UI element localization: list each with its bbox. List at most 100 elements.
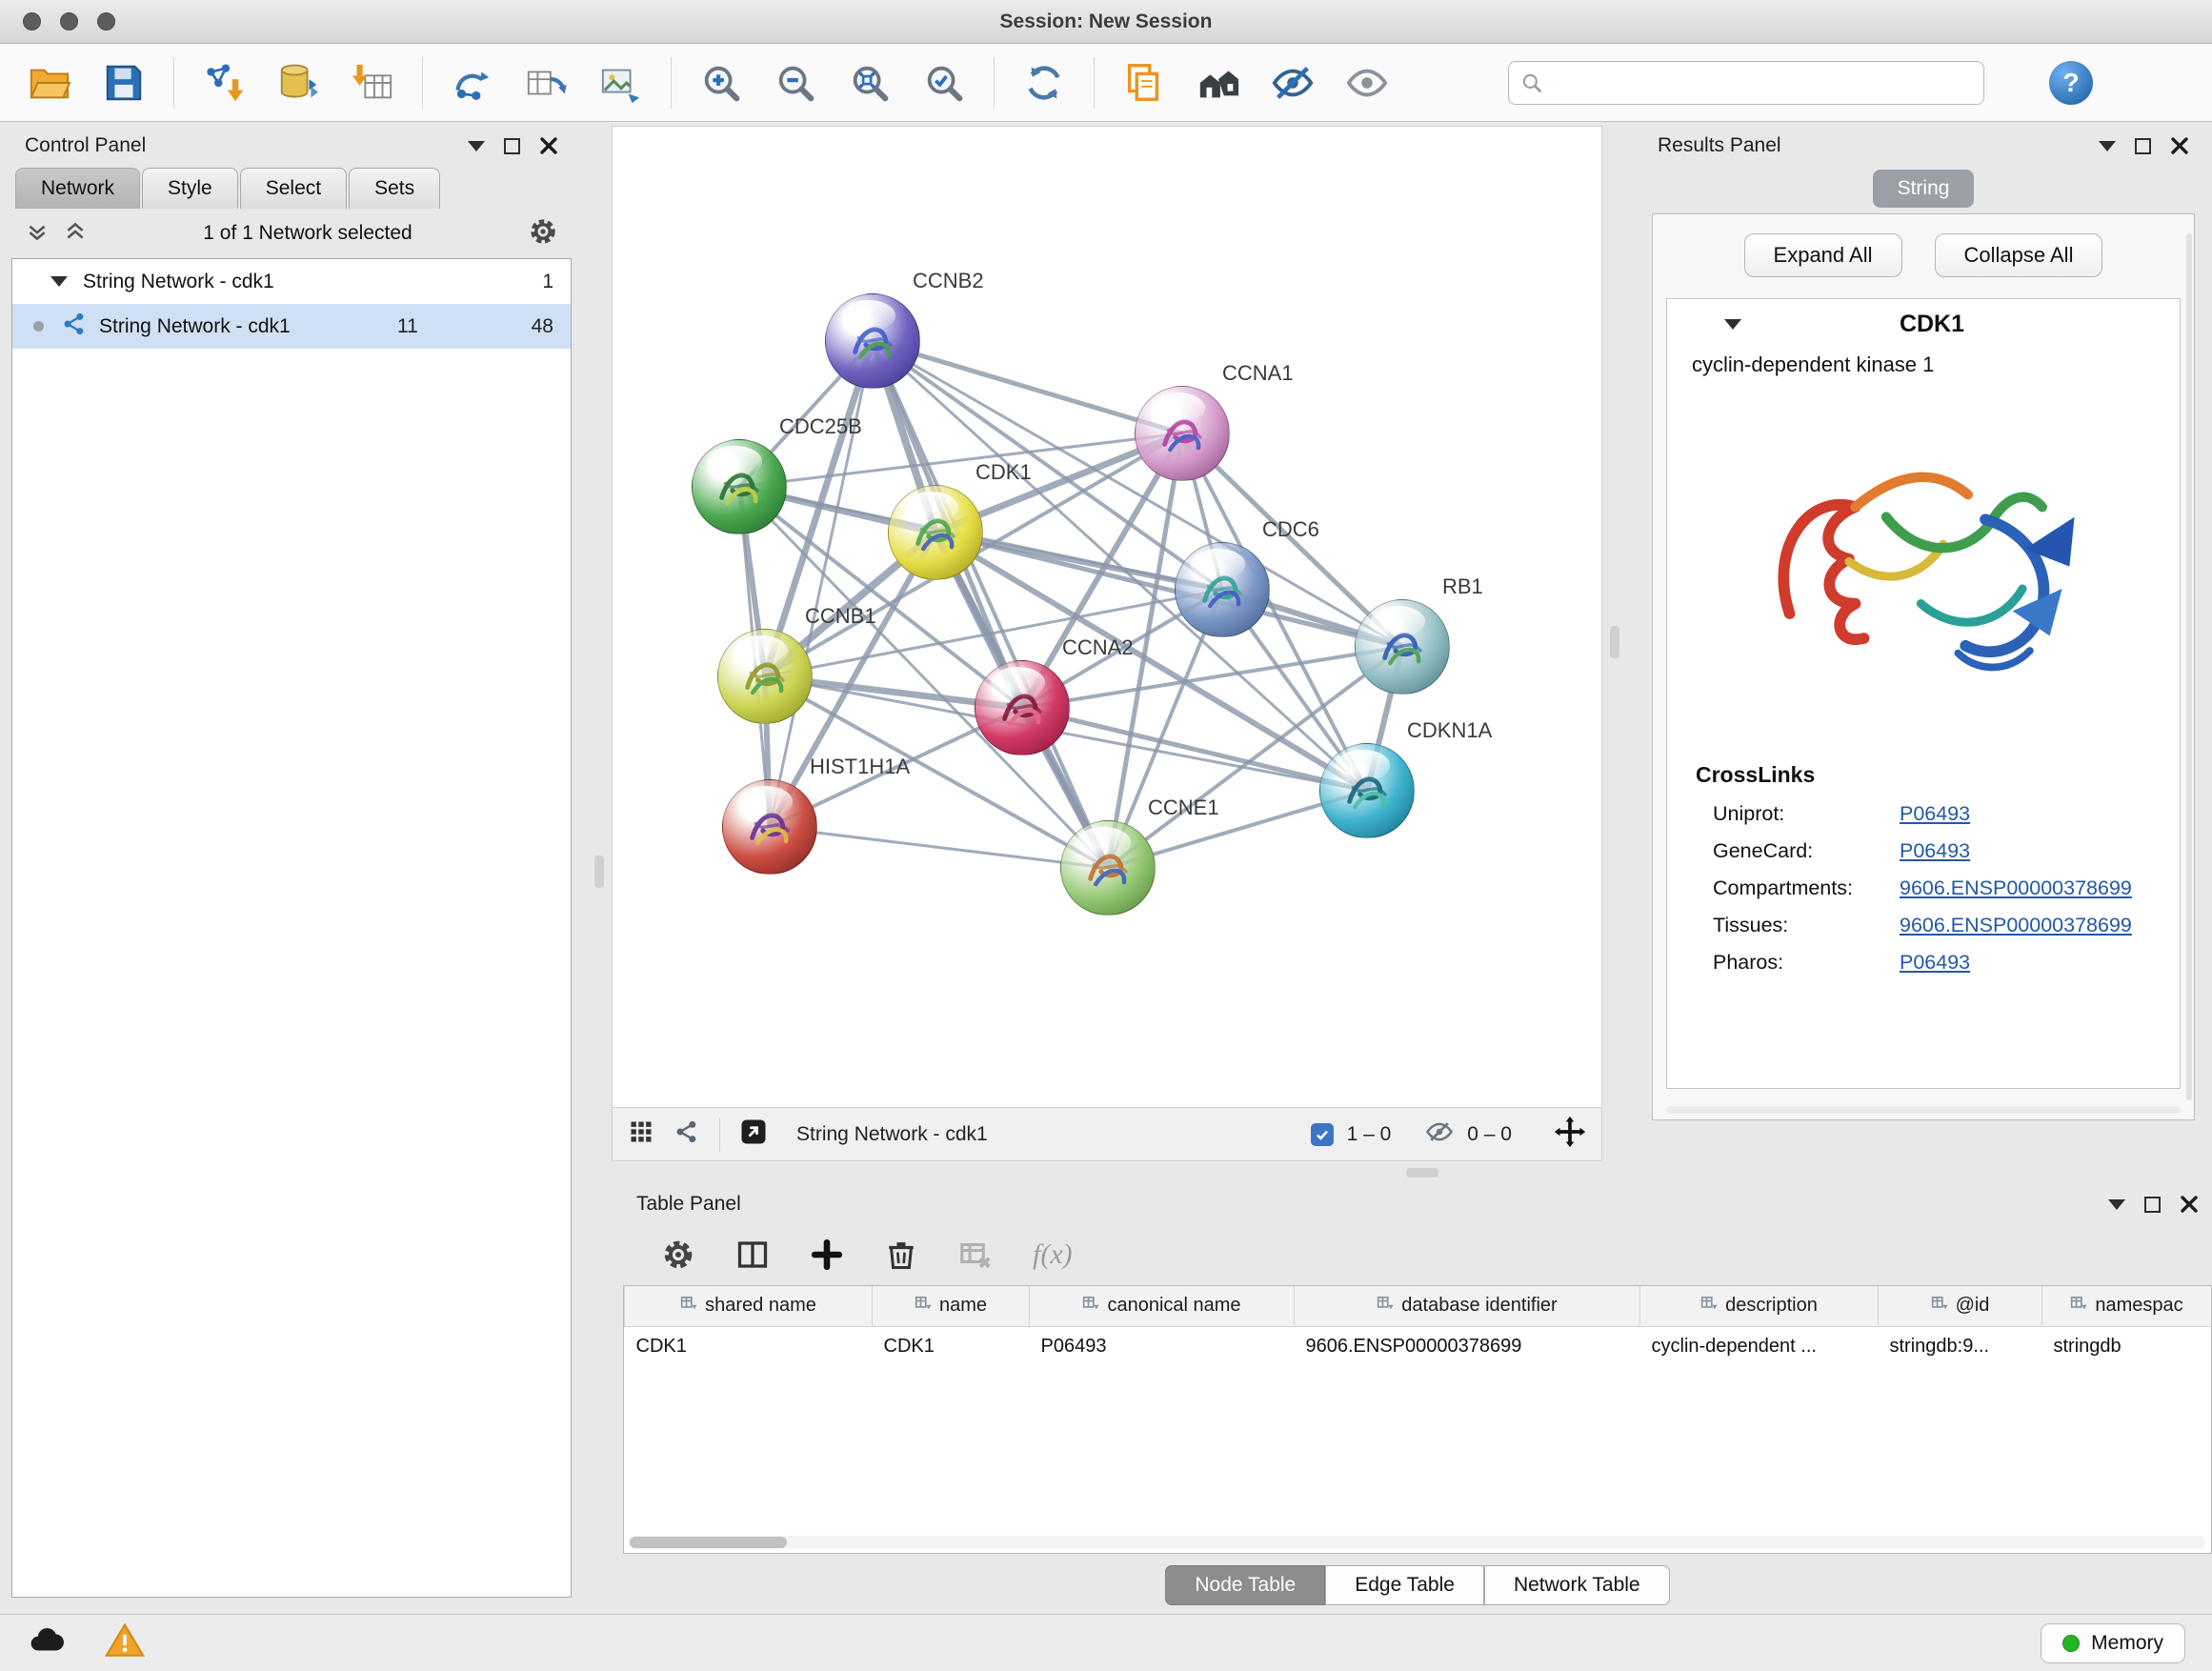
section-collapse-icon[interactable] — [1724, 319, 1741, 330]
tree-caret-icon[interactable] — [50, 276, 68, 287]
network-from-table-icon[interactable] — [522, 58, 572, 108]
results-vscrollbar[interactable] — [2186, 233, 2192, 1100]
import-table-icon[interactable] — [348, 58, 397, 108]
network-node-ccnb1[interactable] — [717, 629, 813, 724]
column-header-canonical-name[interactable]: canonical name — [1030, 1286, 1295, 1326]
column-header--id[interactable]: @id — [1879, 1286, 2042, 1326]
network-node-hist1h1a[interactable] — [722, 779, 817, 875]
tab-string[interactable]: String — [1873, 170, 1975, 208]
panel-maximize-icon[interactable] — [2135, 138, 2151, 154]
column-header-name[interactable]: name — [873, 1286, 1030, 1326]
panel-maximize-icon[interactable] — [504, 138, 520, 154]
table-cell[interactable]: CDK1 — [873, 1326, 1030, 1366]
bottom-splitter-grip[interactable] — [1406, 1168, 1438, 1178]
table-cell[interactable]: stringdb — [2042, 1326, 2212, 1366]
network-node-ccna2[interactable] — [975, 660, 1070, 755]
show-eye-icon[interactable] — [1342, 58, 1392, 108]
panel-float-icon[interactable] — [2108, 1199, 2125, 1210]
network-node-ccnb2[interactable] — [825, 293, 920, 389]
network-node-cdk1[interactable] — [888, 485, 983, 580]
selected-checkbox-icon[interactable] — [1311, 1123, 1334, 1146]
column-header-description[interactable]: description — [1640, 1286, 1879, 1326]
zoom-fit-icon[interactable] — [845, 58, 895, 108]
table-cell[interactable]: stringdb:9... — [1879, 1326, 2042, 1366]
network-share-icon[interactable] — [674, 1118, 700, 1151]
copy-document-icon[interactable] — [1119, 58, 1169, 108]
right-splitter-grip[interactable] — [1610, 626, 1619, 658]
panel-close-icon[interactable] — [539, 136, 558, 155]
birdseye-grid-icon[interactable] — [628, 1118, 654, 1151]
collapse-all-button[interactable]: Collapse All — [1935, 233, 2103, 277]
tab-sets[interactable]: Sets — [349, 168, 440, 209]
open-session-icon[interactable] — [25, 58, 74, 108]
tab-edge-table[interactable]: Edge Table — [1325, 1565, 1484, 1605]
column-header-database-identifier[interactable]: database identifier — [1295, 1286, 1640, 1326]
crosslink-link[interactable]: 9606.ENSP00000378699 — [1900, 876, 2132, 900]
network-node-cdc25b[interactable] — [692, 439, 787, 534]
table-gear-icon[interactable] — [661, 1238, 695, 1272]
zoom-out-icon[interactable] — [771, 58, 820, 108]
panel-close-icon[interactable] — [2180, 1195, 2199, 1214]
table-hscrollbar[interactable] — [628, 1536, 2205, 1549]
table-row[interactable]: CDK1CDK1P064939606.ENSP00000378699cyclin… — [625, 1326, 2212, 1366]
crosslink-link[interactable]: P06493 — [1900, 802, 1970, 826]
network-collection-row[interactable]: String Network - cdk1 1 — [12, 259, 571, 304]
table-hscrollbar-thumb[interactable] — [630, 1537, 787, 1548]
zoom-selected-icon[interactable] — [919, 58, 969, 108]
tab-network[interactable]: Network — [15, 168, 140, 209]
node-table[interactable]: shared namenamecanonical namedatabase id… — [624, 1286, 2212, 1366]
collapse-all-tree-icon[interactable] — [25, 219, 50, 249]
network-node-ccne1[interactable] — [1060, 820, 1156, 916]
expand-all-tree-icon[interactable] — [63, 219, 88, 249]
network-node-cdkn1a[interactable] — [1319, 743, 1415, 838]
help-icon[interactable]: ? — [2049, 61, 2093, 105]
import-network-file-icon[interactable] — [199, 58, 249, 108]
search-input[interactable] — [1508, 61, 1984, 105]
add-column-icon[interactable] — [810, 1238, 844, 1272]
save-session-icon[interactable] — [99, 58, 149, 108]
table-cell[interactable]: cyclin-dependent ... — [1640, 1326, 1879, 1366]
memory-button[interactable]: Memory — [2041, 1623, 2185, 1663]
tab-network-table[interactable]: Network Table — [1484, 1565, 1670, 1605]
network-edge[interactable] — [770, 827, 1108, 868]
crosslink-link[interactable]: 9606.ENSP00000378699 — [1900, 914, 2132, 937]
table-cell[interactable]: P06493 — [1030, 1326, 1295, 1366]
clear-table-icon[interactable] — [958, 1238, 993, 1272]
network-node-ccna1[interactable] — [1135, 386, 1230, 481]
panel-float-icon[interactable] — [468, 141, 485, 151]
panel-maximize-icon[interactable] — [2144, 1197, 2161, 1213]
tab-style[interactable]: Style — [142, 168, 238, 209]
open-in-window-icon[interactable] — [739, 1117, 768, 1152]
crosslink-link[interactable]: P06493 — [1900, 951, 1970, 975]
home-icon[interactable] — [1194, 58, 1243, 108]
network-row-selected[interactable]: String Network - cdk1 11 48 — [12, 304, 571, 349]
panel-close-icon[interactable] — [2170, 136, 2189, 155]
results-hscrollbar[interactable] — [1666, 1106, 2181, 1114]
network-node-rb1[interactable] — [1355, 599, 1450, 695]
hidden-eye-icon[interactable] — [1425, 1117, 1454, 1152]
cloud-icon[interactable] — [27, 1621, 67, 1665]
network-node-cdc6[interactable] — [1175, 542, 1270, 637]
expand-all-button[interactable]: Expand All — [1744, 233, 1902, 277]
crosslink-link[interactable]: P06493 — [1900, 839, 1970, 863]
network-canvas[interactable]: CCNB2 CCNA1 CDC25B CDK1 CDC6 RB1 CCNB1 — [612, 126, 1602, 1108]
delete-column-icon[interactable] — [884, 1238, 918, 1272]
function-builder-icon[interactable]: f(x) — [1033, 1238, 1073, 1271]
hide-unhide-icon[interactable] — [1268, 58, 1317, 108]
table-cell[interactable]: CDK1 — [625, 1326, 873, 1366]
column-header-namespac[interactable]: namespac — [2042, 1286, 2212, 1326]
table-cell[interactable]: 9606.ENSP00000378699 — [1295, 1326, 1640, 1366]
column-header-shared-name[interactable]: shared name — [625, 1286, 873, 1326]
zoom-in-icon[interactable] — [696, 58, 746, 108]
pan-crosshair-icon[interactable] — [1554, 1116, 1586, 1154]
network-edge[interactable] — [873, 341, 1108, 868]
left-splitter-grip[interactable] — [594, 856, 604, 888]
tab-node-table[interactable]: Node Table — [1165, 1565, 1325, 1605]
gear-icon[interactable] — [528, 216, 558, 252]
warning-icon[interactable] — [105, 1621, 145, 1665]
panel-float-icon[interactable] — [2099, 141, 2116, 151]
select-columns-icon[interactable] — [735, 1238, 770, 1272]
import-network-database-icon[interactable] — [273, 58, 323, 108]
tab-select[interactable]: Select — [240, 168, 347, 209]
refresh-icon[interactable] — [1019, 58, 1069, 108]
